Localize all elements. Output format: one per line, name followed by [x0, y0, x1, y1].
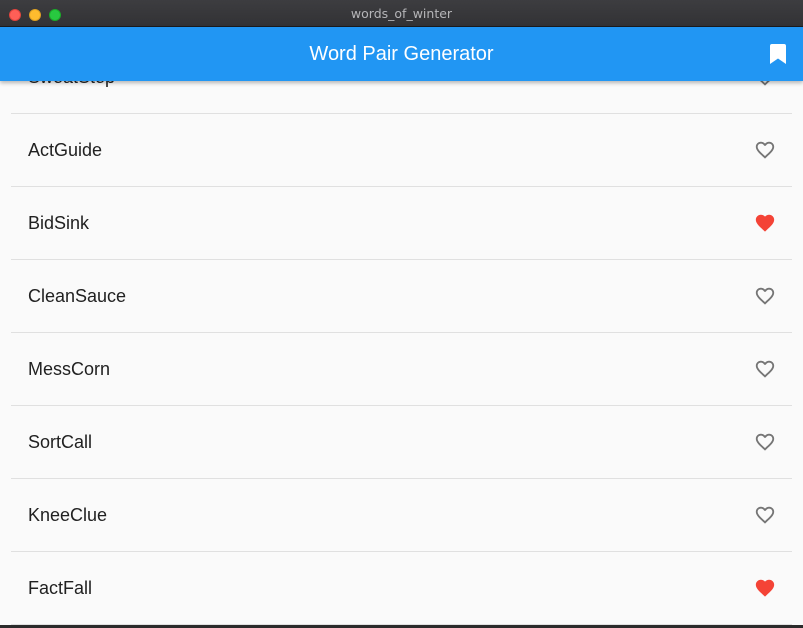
list-item[interactable]: CleanSauce [0, 260, 803, 332]
favorite-outline-icon[interactable] [753, 285, 777, 307]
bookmark-icon [770, 44, 786, 64]
word-pair-label: SortCall [28, 432, 93, 452]
list-item[interactable]: MessCorn [0, 333, 803, 405]
window-title: words_of_winter [350, 6, 453, 21]
app-bar-title: Word Pair Generator [309, 43, 494, 65]
word-pair-label: BidSink [28, 213, 90, 233]
word-pair-label: ActGuide [28, 140, 103, 160]
window-titlebar[interactable]: words_of_winter [0, 0, 803, 27]
favorite-filled-icon[interactable] [753, 577, 777, 599]
favorite-outline-icon[interactable] [753, 358, 777, 380]
favorite-outline-icon[interactable] [753, 504, 777, 526]
favorite-outline-icon[interactable] [753, 139, 777, 161]
list-item[interactable]: KneeClue [0, 479, 803, 551]
word-pair-label: KneeClue [28, 505, 108, 525]
word-pair-label: FactFall [28, 578, 93, 598]
word-pair-label: CleanSauce [28, 286, 127, 306]
word-pair-label: MessCorn [28, 359, 111, 379]
list-item[interactable]: ActGuide [0, 114, 803, 186]
favorite-outline-icon[interactable] [753, 431, 777, 453]
list-item[interactable]: SortCall [0, 406, 803, 478]
list-item[interactable]: FactFall [0, 552, 803, 624]
word-pair-list[interactable]: SweatStepActGuideBidSinkCleanSauceMessCo… [0, 41, 803, 628]
saved-list-button[interactable] [763, 39, 793, 69]
app-window: SweatStepActGuideBidSinkCleanSauceMessCo… [0, 0, 803, 628]
app-bar: Word Pair Generator [0, 27, 803, 81]
list-item[interactable]: BidSink [0, 187, 803, 259]
favorite-filled-icon[interactable] [753, 212, 777, 234]
